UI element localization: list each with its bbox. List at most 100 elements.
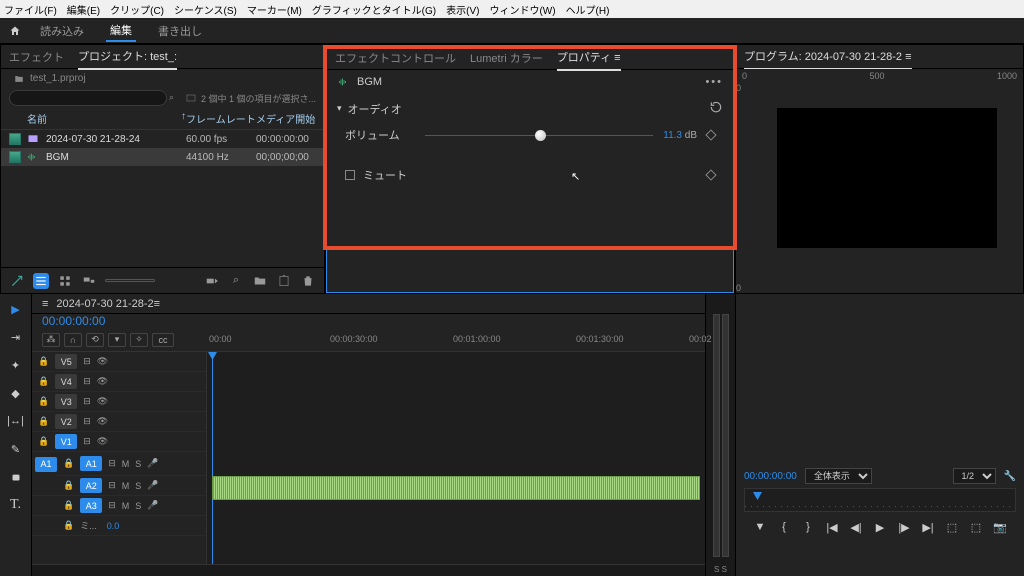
selection-tool-icon[interactable]: ▶	[7, 300, 25, 318]
menu-clip[interactable]: クリップ(C)	[110, 2, 164, 17]
linked-icon[interactable]: ⟲	[86, 333, 104, 347]
fit-select[interactable]: 全体表示	[805, 468, 872, 484]
lock-icon[interactable]: 🔒	[38, 376, 49, 387]
goto-in-icon[interactable]: |◀	[825, 520, 839, 534]
menu-marker[interactable]: マーカー(M)	[247, 2, 302, 17]
lock-icon[interactable]: 🔒	[63, 520, 74, 531]
menu-window[interactable]: ウィンドウ(W)	[489, 2, 555, 17]
reset-icon[interactable]	[709, 100, 723, 117]
hamburger-icon[interactable]: ≡	[42, 298, 48, 310]
track-select-tool-icon[interactable]: ⇥	[7, 328, 25, 346]
tab-effect-controls[interactable]: エフェクトコントロール	[335, 50, 456, 70]
ripple-tool-icon[interactable]: ✦	[7, 356, 25, 374]
automate-sequence-icon[interactable]	[204, 273, 220, 289]
menu-file[interactable]: ファイル(F)	[4, 2, 57, 17]
extract-icon[interactable]: ⬚	[969, 520, 983, 534]
col-mediastart[interactable]: メディア開始	[256, 111, 316, 126]
hand-tool-icon[interactable]	[7, 468, 25, 486]
menu-sequence[interactable]: シーケンス(S)	[174, 2, 237, 17]
new-item-menu-icon[interactable]	[276, 273, 292, 289]
lock-icon[interactable]: 🔒	[38, 396, 49, 407]
track-v1[interactable]: 🔒V1⊟👁	[32, 432, 206, 452]
marker-icon[interactable]: ▾	[108, 333, 126, 347]
lift-icon[interactable]: ⬚	[945, 520, 959, 534]
list-view-icon[interactable]	[33, 273, 49, 289]
slip-tool-icon[interactable]: |↔|	[7, 412, 25, 430]
keyframe-icon[interactable]	[705, 169, 716, 180]
tab-effects[interactable]: エフェクト	[9, 49, 64, 69]
mic-icon[interactable]: 🎤	[147, 500, 158, 511]
menu-view[interactable]: 表示(V)	[446, 2, 479, 17]
track-v5[interactable]: 🔒V5⊟👁	[32, 352, 206, 372]
program-time-ruler[interactable]	[744, 488, 1016, 512]
track-v4[interactable]: 🔒V4⊟👁	[32, 372, 206, 392]
track-a1[interactable]: 🔒A1⊟MS🎤	[57, 452, 206, 476]
lock-icon[interactable]: 🔒	[63, 500, 74, 511]
track-a3[interactable]: 🔒A3⊟MS🎤	[32, 496, 206, 516]
project-list-header[interactable]: 名前 ↑ フレームレート メディア開始	[1, 108, 324, 130]
mute-checkbox[interactable]	[345, 170, 355, 180]
col-name[interactable]: 名前	[27, 111, 181, 126]
goto-out-icon[interactable]: ▶|	[921, 520, 935, 534]
cc-icon[interactable]: cc	[152, 333, 174, 347]
magnet-icon[interactable]: ∩	[64, 333, 82, 347]
lock-icon[interactable]: 🔒	[38, 356, 49, 367]
slider-knob[interactable]	[535, 130, 546, 141]
step-back-icon[interactable]: ◀|	[849, 520, 863, 534]
resolution-select[interactable]: 1/2	[953, 468, 996, 484]
tab-program[interactable]: プログラム: 2024-07-30 21-28-2 ≡	[744, 48, 912, 70]
source-a1-patch[interactable]: A1	[35, 457, 57, 472]
lock-icon[interactable]: 🔒	[63, 458, 74, 469]
label-chip[interactable]	[9, 133, 21, 145]
mic-icon[interactable]: 🎤	[147, 480, 158, 491]
col-framerate[interactable]: フレームレート	[186, 111, 256, 126]
in-point-icon[interactable]: {	[777, 520, 791, 534]
meter-solo-labels[interactable]: S S	[706, 563, 735, 576]
menu-graphics[interactable]: グラフィックとタイトル(G)	[312, 2, 436, 17]
project-item-sequence[interactable]: 2024-07-30 21-28-24 60.00 fps 00:00:00:0…	[1, 130, 324, 148]
timeline-timecode[interactable]: 00:00:00:00	[42, 314, 207, 328]
project-path[interactable]: test_1.prproj	[1, 69, 324, 88]
playhead[interactable]	[212, 352, 213, 564]
trash-icon[interactable]	[300, 273, 316, 289]
wrench-icon[interactable]: 🔧	[1004, 471, 1016, 482]
label-chip[interactable]	[9, 151, 21, 163]
home-icon[interactable]	[8, 25, 22, 37]
volume-slider[interactable]	[425, 135, 653, 136]
tab-lumetri[interactable]: Lumetri カラー	[470, 50, 543, 70]
pen-tool-icon[interactable]: ✎	[7, 440, 25, 458]
workspace-export[interactable]: 書き出し	[154, 21, 206, 41]
out-point-icon[interactable]: }	[801, 520, 815, 534]
snap-icon[interactable]: ⁂	[42, 333, 60, 347]
sequence-name[interactable]: 2024-07-30 21-28-2	[56, 298, 153, 310]
step-fwd-icon[interactable]: |▶	[897, 520, 911, 534]
settings-icon[interactable]: ✧	[130, 333, 148, 347]
new-item-icon[interactable]	[9, 273, 25, 289]
track-mix[interactable]: 🔒ミ...0.0	[32, 516, 206, 536]
audio-section-header[interactable]: ▾ オーディオ	[327, 94, 733, 123]
track-v2[interactable]: 🔒V2⊟👁	[32, 412, 206, 432]
find-icon[interactable]: ⌕	[228, 273, 244, 289]
razor-tool-icon[interactable]: ◆	[7, 384, 25, 402]
menu-edit[interactable]: 編集(E)	[67, 2, 100, 17]
timeline-track-area[interactable]	[207, 352, 705, 564]
lock-icon[interactable]: 🔒	[38, 416, 49, 427]
project-item-audio[interactable]: BGM 44100 Hz 00;00;00;00	[1, 148, 324, 166]
more-icon[interactable]: •••	[705, 76, 723, 88]
track-v3[interactable]: 🔒V3⊟👁	[32, 392, 206, 412]
keyframe-icon[interactable]	[705, 129, 716, 140]
program-viewport[interactable]	[750, 83, 1023, 293]
search-input[interactable]	[9, 90, 167, 106]
zoom-slider[interactable]	[105, 279, 155, 282]
freeform-view-icon[interactable]	[81, 273, 97, 289]
audio-clip-bgm[interactable]	[212, 476, 700, 500]
time-ruler[interactable]: 00:00 00:00:30:00 00:01:00:00 00:01:30:0…	[207, 332, 705, 352]
add-marker-icon[interactable]: ▼	[753, 520, 767, 534]
workspace-import[interactable]: 読み込み	[36, 21, 88, 41]
mic-icon[interactable]: 🎤	[147, 458, 158, 469]
type-tool-icon[interactable]: T.	[7, 496, 25, 514]
volume-value[interactable]: 11.3 dB	[663, 130, 697, 141]
lock-icon[interactable]: 🔒	[38, 436, 49, 447]
lock-icon[interactable]: 🔒	[63, 480, 74, 491]
menu-help[interactable]: ヘルプ(H)	[566, 2, 610, 17]
